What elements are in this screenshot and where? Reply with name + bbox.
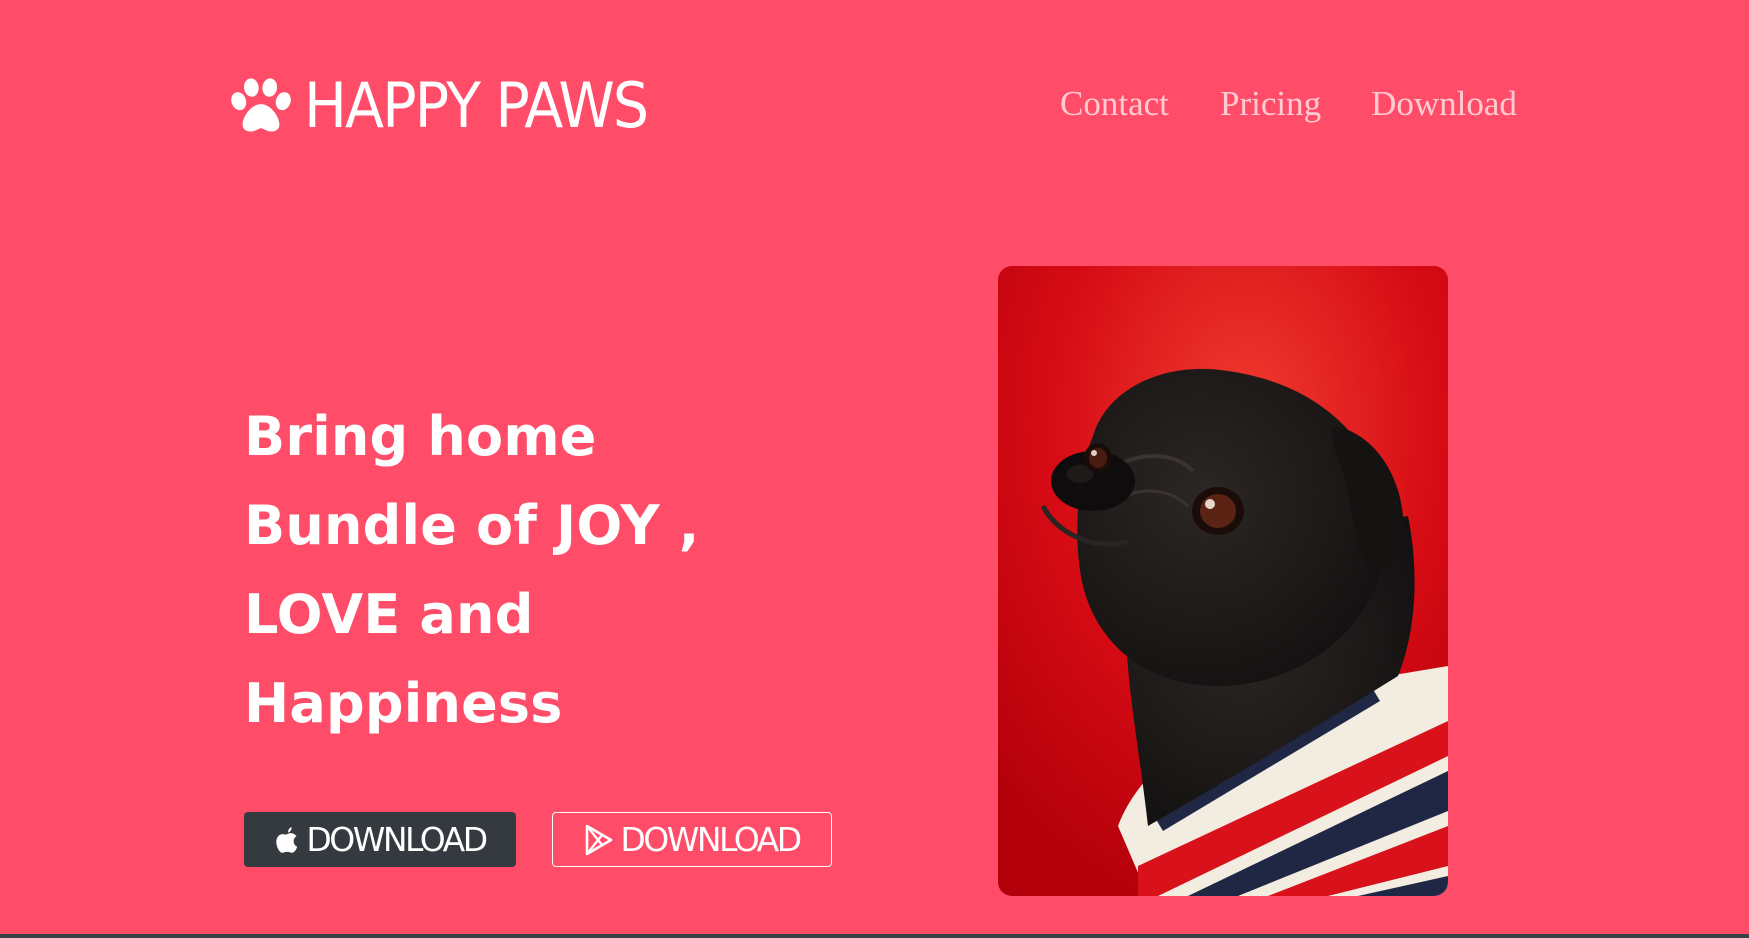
brand-name: HAPPY PAWS [304,69,649,142]
nav-link-download[interactable]: Download [1371,82,1517,126]
download-play-label: DOWNLOAD [620,820,802,859]
hero-title: Bring home Bundle of JOY , LOVE and Happ… [244,392,804,748]
landing-page: HAPPY PAWS Contact Pricing Download Brin… [0,0,1749,938]
play-store-icon [586,824,613,855]
hero-title-line: Bundle of JOY , [244,494,700,557]
pug-photo [998,266,1448,896]
page-bottom-edge [0,934,1749,938]
paw-icon [231,78,291,132]
nav-link-contact[interactable]: Contact [1060,82,1170,126]
brand-logo[interactable]: HAPPY PAWS [230,74,677,138]
pug-illustration [998,266,1448,896]
hero-title-line: Bring home [244,405,597,468]
apple-icon [276,826,298,853]
download-ios-label: DOWNLOAD [306,820,488,859]
hero-title-line: Happiness [244,672,563,735]
download-play-button[interactable]: DOWNLOAD [552,812,832,867]
main-nav: Contact Pricing Download [1060,82,1517,126]
nav-link-pricing[interactable]: Pricing [1220,82,1321,126]
hero-title-line: LOVE and [244,583,534,646]
download-ios-button[interactable]: DOWNLOAD [244,812,516,867]
